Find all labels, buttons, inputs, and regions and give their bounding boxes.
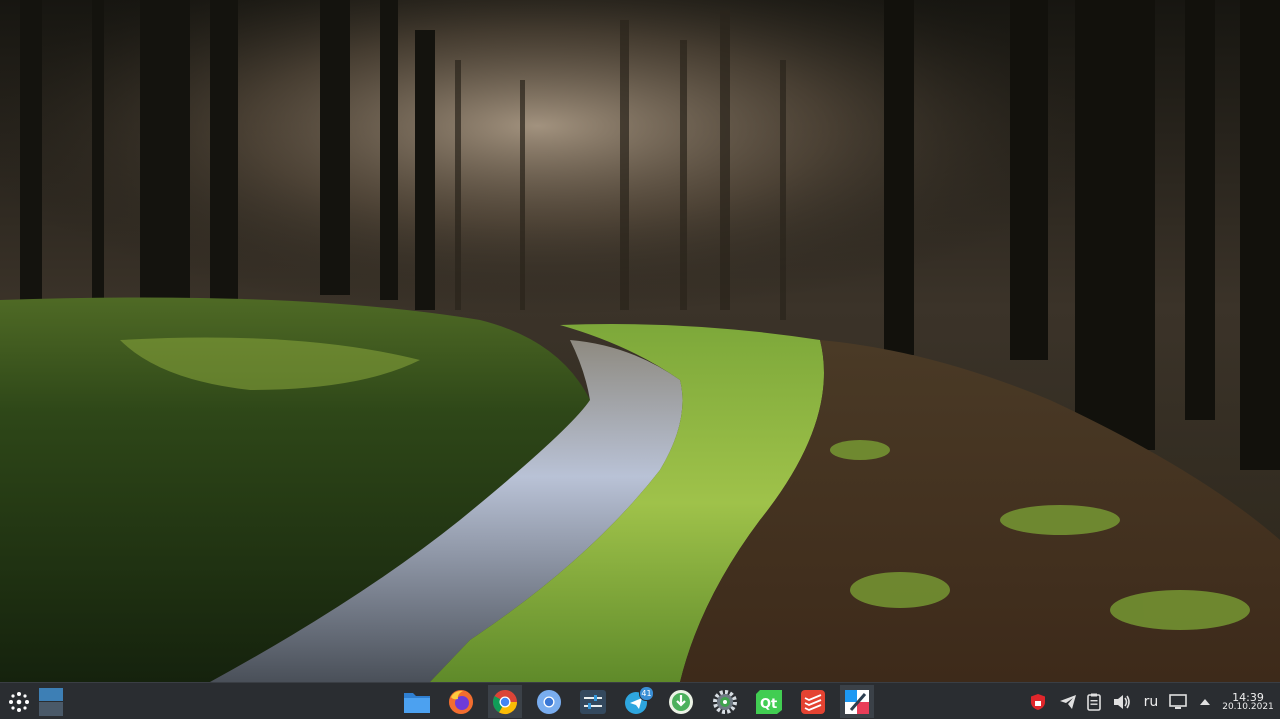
- svg-text:Qt: Qt: [760, 697, 777, 712]
- taskbar-app-chromium[interactable]: [532, 685, 566, 718]
- download-icon: [669, 689, 693, 714]
- desktop[interactable]: [0, 0, 1280, 682]
- tray-expand-button[interactable]: [1194, 685, 1216, 718]
- volume-icon: [1114, 694, 1130, 709]
- todoist-icon: [801, 689, 825, 714]
- tray-security-shield[interactable]: [1026, 685, 1050, 718]
- firefox-icon: [449, 689, 473, 714]
- taskbar-app-chrome[interactable]: [488, 685, 522, 718]
- gear-icon: [713, 689, 737, 714]
- tray-keyboard-layout[interactable]: ru: [1138, 685, 1164, 718]
- tray-network[interactable]: [1166, 685, 1190, 718]
- clock-date: 20.10.2021: [1222, 702, 1274, 713]
- taskbar-app-firefox[interactable]: [444, 685, 478, 718]
- taskbar-app-mixer[interactable]: [576, 685, 610, 718]
- app-launcher-icon: [9, 691, 29, 712]
- tray-clipboard[interactable]: [1082, 685, 1106, 718]
- taskbar-app-kate[interactable]: [840, 685, 874, 718]
- chrome-icon: [492, 689, 517, 714]
- taskbar-app-settings[interactable]: [708, 685, 742, 718]
- qt-creator-icon: Qt: [756, 689, 782, 714]
- taskbar-app-downloader[interactable]: [664, 685, 698, 718]
- taskbar-app-todoist[interactable]: [796, 685, 830, 718]
- chevron-up-icon: [1200, 698, 1210, 705]
- taskbar-app-qt-creator[interactable]: Qt: [752, 685, 786, 718]
- settings-sliders-icon: [580, 689, 606, 714]
- taskbar-app-files[interactable]: [400, 685, 434, 718]
- shield-icon: [1031, 693, 1045, 710]
- telegram-tray-icon: [1060, 694, 1076, 709]
- app-launcher-button[interactable]: [2, 685, 36, 718]
- digital-clock[interactable]: 14:39 20.10.2021: [1218, 687, 1278, 717]
- desktop-pager-button[interactable]: [34, 685, 68, 718]
- taskbar-app-telegram[interactable]: 41: [620, 685, 654, 718]
- tray-telegram[interactable]: [1056, 685, 1080, 718]
- clipboard-icon: [1087, 693, 1101, 711]
- taskbar: 41 Qt ru 14:39 20.10.2021: [0, 682, 1280, 719]
- telegram-unread-badge: 41: [639, 686, 654, 701]
- desktop-pager-icon: [39, 687, 63, 716]
- keyboard-layout-label: ru: [1143, 693, 1159, 710]
- kate-editor-icon: [845, 689, 869, 714]
- chromium-icon: [537, 689, 561, 714]
- file-manager-icon: [404, 692, 430, 713]
- network-monitor-icon: [1169, 693, 1187, 709]
- wallpaper-forest-stream: [0, 0, 1280, 682]
- tray-volume[interactable]: [1110, 685, 1134, 718]
